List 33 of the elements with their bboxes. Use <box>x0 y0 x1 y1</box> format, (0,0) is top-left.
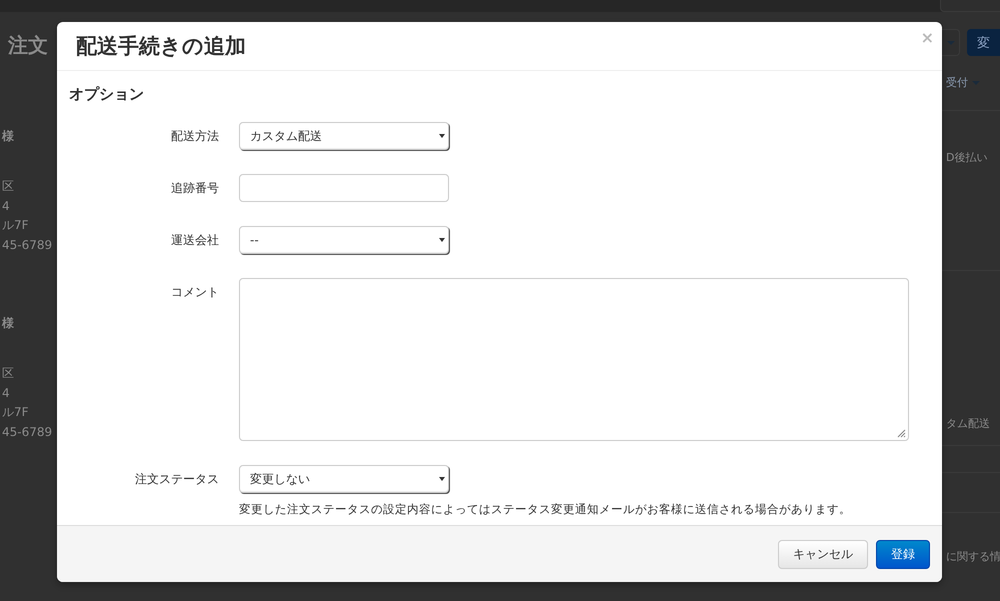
cancel-button[interactable]: キャンセル <box>778 540 868 568</box>
address-line: ル7F <box>2 404 30 421</box>
dialog-title: 配送手続きの追加 <box>76 33 246 60</box>
submit-button[interactable]: 登録 <box>876 540 930 568</box>
address-line: 4 <box>2 198 11 214</box>
shipping-text: タム配送 <box>946 416 990 431</box>
section-heading: オプション <box>69 85 145 104</box>
address-line: 区 <box>2 178 15 195</box>
tracking-input-field[interactable] <box>239 174 449 202</box>
customer-name: 様 <box>2 128 15 145</box>
caret-icon <box>439 477 445 481</box>
address-line: 45-6789 <box>2 236 52 254</box>
dropdown-field[interactable]: カスタム配送 <box>239 122 449 150</box>
caret-icon <box>439 238 445 242</box>
help-text: 変更した注文ステータスの設定内容によってはステータス変更通知メールがお客様に送信される場合があります。 <box>239 502 852 517</box>
page-title: 注文 <box>8 32 48 59</box>
field-label: 運送会社 <box>170 232 219 249</box>
field-label: コメント <box>170 284 219 301</box>
dropdown-field[interactable]: 変更しない <box>239 465 449 493</box>
change-button[interactable]: 変 <box>967 29 1000 56</box>
caret-icon <box>439 134 445 138</box>
address-line: 4 <box>2 384 11 402</box>
customer-name: 様 <box>2 315 15 332</box>
address-line: 45-6789 <box>2 424 52 440</box>
address-line: ル7F <box>2 217 30 234</box>
field-label: 追跡番号 <box>170 180 219 197</box>
field-label: 注文ステータス <box>134 471 219 488</box>
dropdown-field[interactable]: -- <box>239 226 449 254</box>
field-label: 配送方法 <box>170 128 219 145</box>
resize-grip-icon[interactable] <box>896 428 906 438</box>
status-menu[interactable]: 受付 <box>946 75 980 90</box>
payment-text: D後払い <box>946 150 988 165</box>
address-line: 区 <box>2 365 15 382</box>
